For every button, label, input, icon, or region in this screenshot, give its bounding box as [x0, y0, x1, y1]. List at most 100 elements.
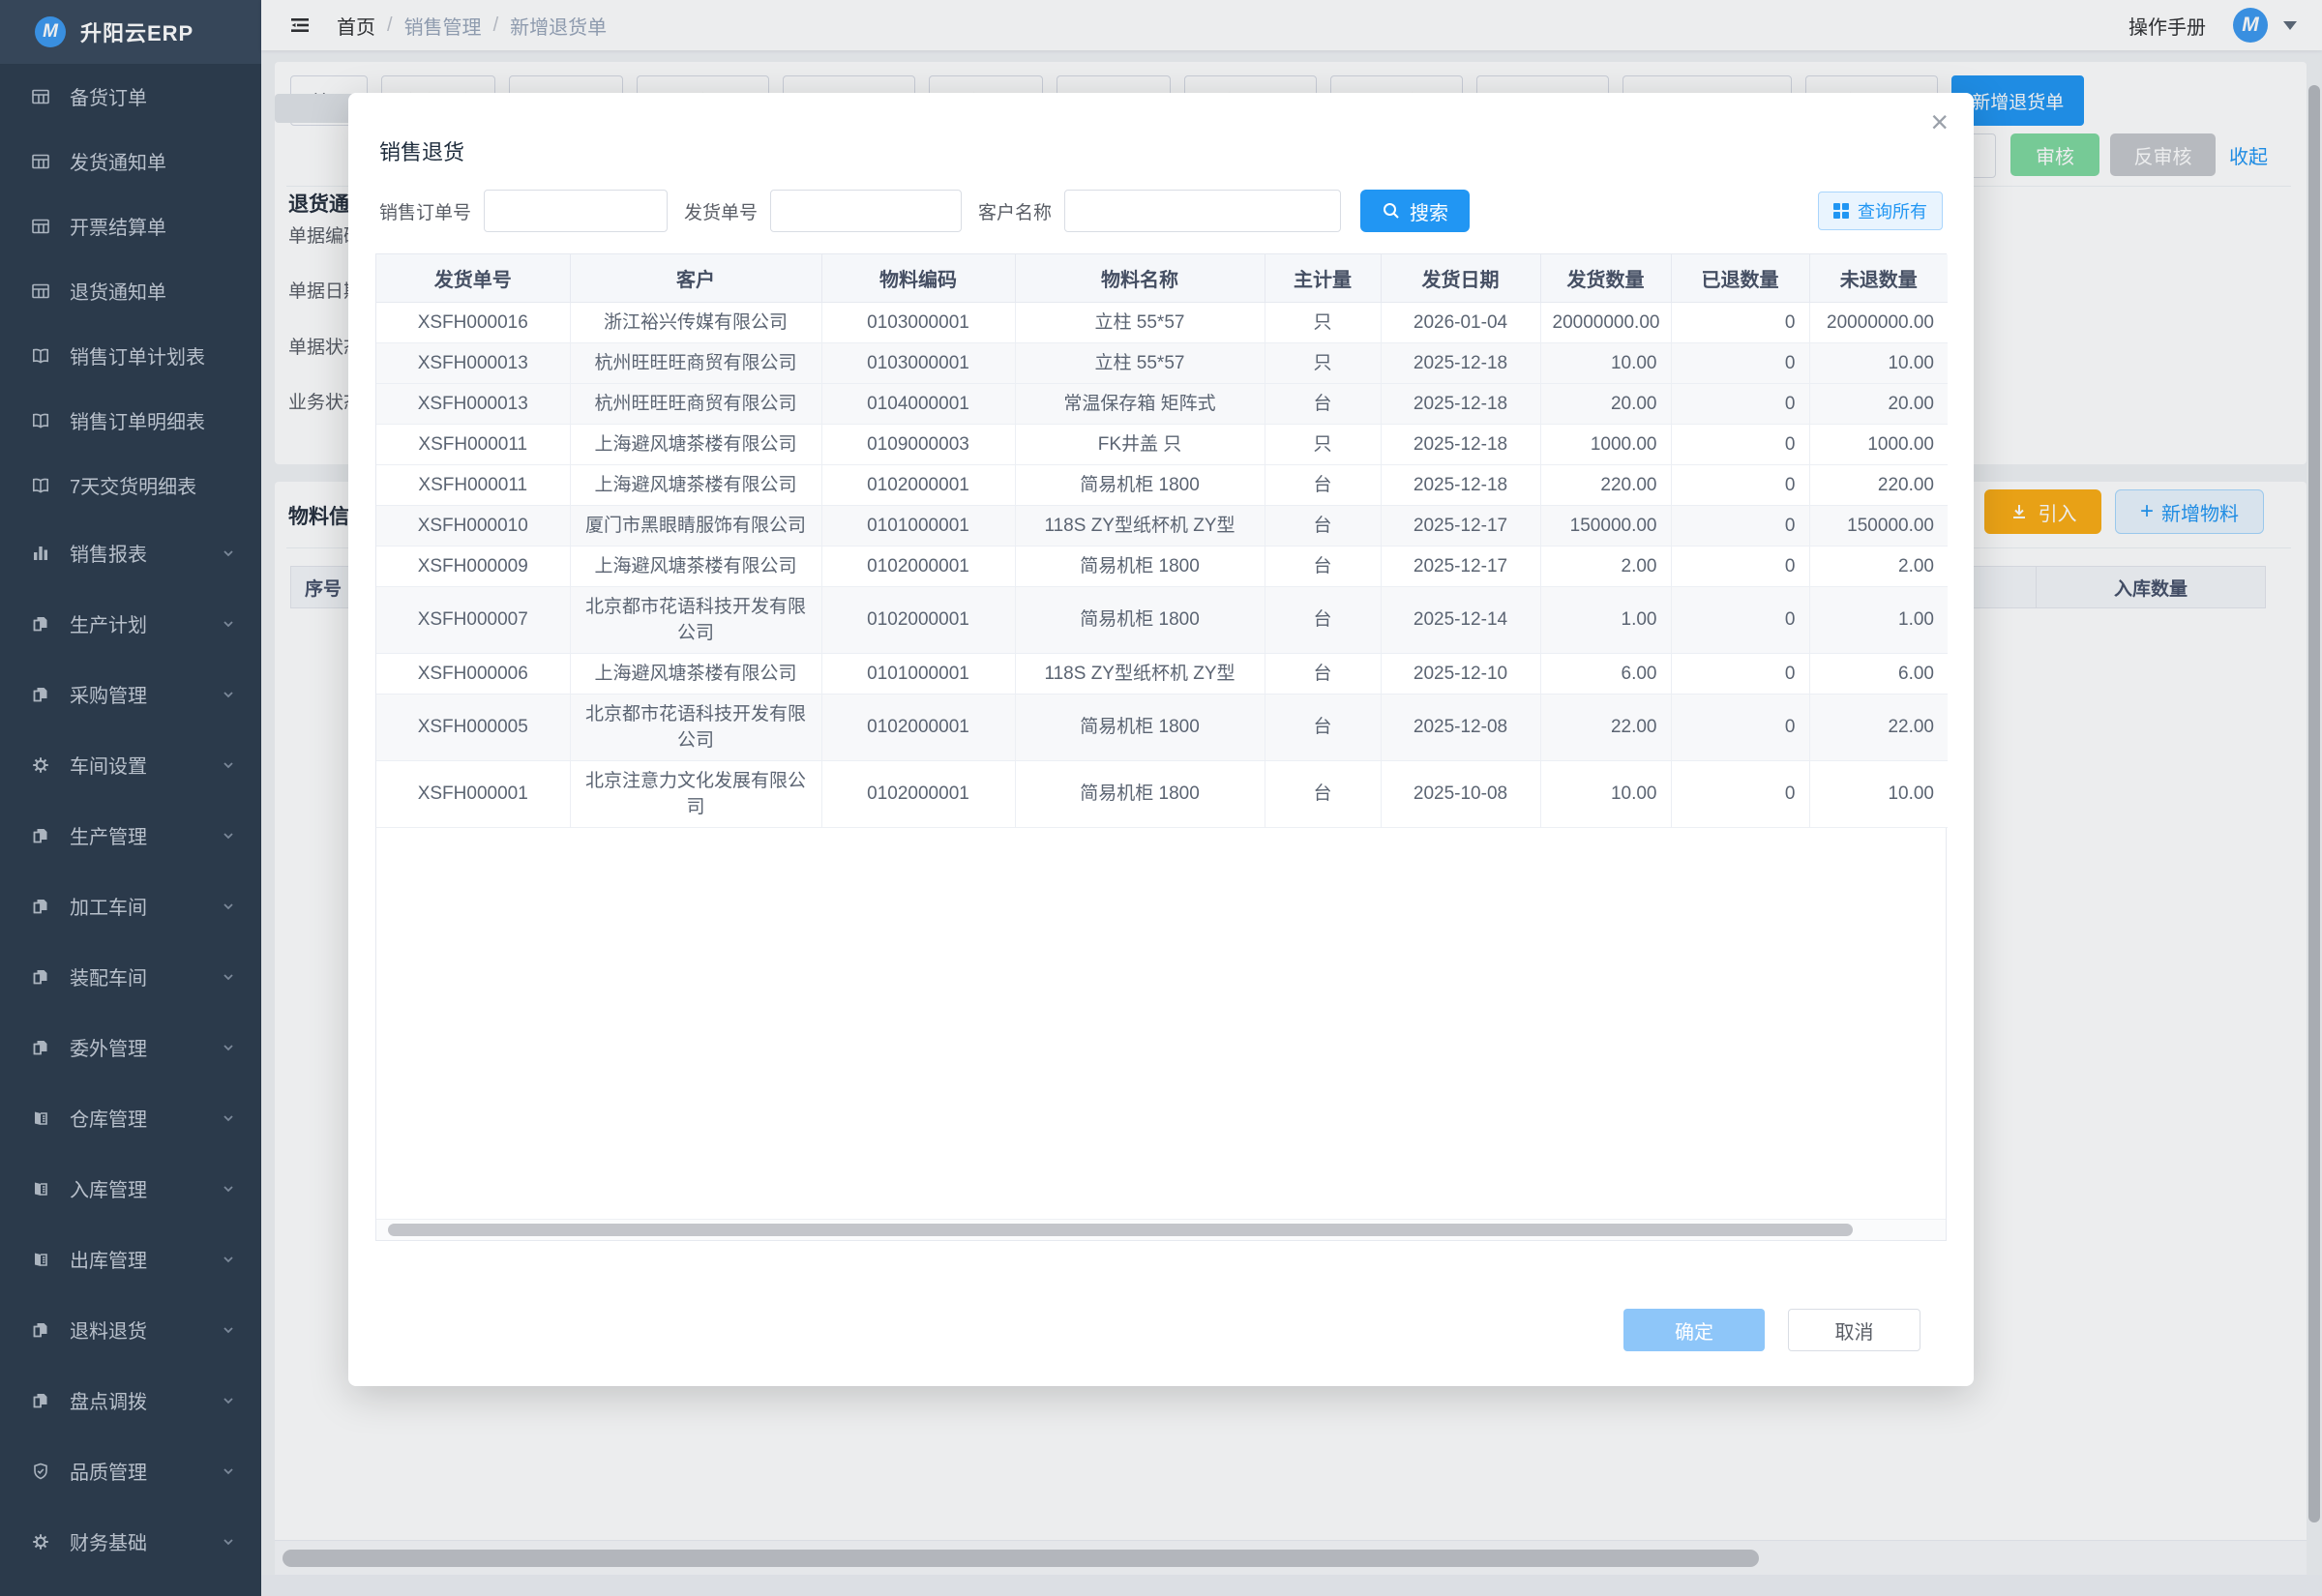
cell-9-7: 0 [1671, 694, 1809, 760]
cancel-button[interactable]: 取消 [1788, 1309, 1920, 1351]
cell-7-7: 0 [1671, 586, 1809, 653]
cell-6-0: XSFH000009 [376, 546, 570, 586]
cell-0-2: 0103000001 [821, 302, 1015, 342]
cell-4-2: 0102000001 [821, 464, 1015, 505]
cell-1-4: 只 [1265, 342, 1381, 383]
cell-2-0: XSFH000013 [376, 383, 570, 424]
cell-1-8: 10.00 [1809, 342, 1948, 383]
cell-10-2: 0102000001 [821, 760, 1015, 827]
cell-6-6: 2.00 [1540, 546, 1671, 586]
table-row[interactable]: XSFH000005北京都市花语科技开发有限公司0102000001简易机柜 1… [376, 694, 1948, 760]
table-horizontal-scrollbar-thumb[interactable] [388, 1224, 1853, 1236]
cell-2-3: 常温保存箱 矩阵式 [1015, 383, 1265, 424]
close-icon[interactable]: × [1930, 106, 1949, 137]
cell-1-3: 立柱 55*57 [1015, 342, 1265, 383]
cell-10-6: 10.00 [1540, 760, 1671, 827]
filter-label-customer-name: 客户名称 [978, 198, 1052, 224]
cell-4-5: 2025-12-18 [1381, 464, 1540, 505]
cell-3-2: 0109000003 [821, 424, 1015, 464]
cell-6-5: 2025-12-17 [1381, 546, 1540, 586]
delivery-no-input[interactable] [770, 190, 962, 232]
cell-1-6: 10.00 [1540, 342, 1671, 383]
table-row[interactable]: XSFH000009上海避风塘茶楼有限公司0102000001简易机柜 1800… [376, 546, 1948, 586]
cell-3-4: 只 [1265, 424, 1381, 464]
sales-return-dialog: × 销售退货 销售订单号发货单号客户名称搜索查询所有 发货单号客户物料编码物料名… [348, 93, 1974, 1386]
table-row[interactable]: XSFH000013杭州旺旺旺商贸有限公司0104000001常温保存箱 矩阵式… [376, 383, 1948, 424]
query-all-button[interactable]: 查询所有 [1818, 192, 1943, 230]
confirm-button[interactable]: 确定 [1623, 1309, 1765, 1351]
table-row[interactable]: XSFH000010厦门市黑眼睛服饰有限公司0101000001118S ZY型… [376, 505, 1948, 546]
cell-0-6: 20000000.00 [1540, 302, 1671, 342]
cell-2-6: 20.00 [1540, 383, 1671, 424]
column-header-8: 未退数量 [1809, 254, 1948, 302]
cell-5-0: XSFH000010 [376, 505, 570, 546]
table-horizontal-scrollbar [376, 1219, 1946, 1240]
filter-label-sales-order-no: 销售订单号 [379, 198, 471, 224]
cell-0-1: 浙江裕兴传媒有限公司 [570, 302, 821, 342]
table-row[interactable]: XSFH000011上海避风塘茶楼有限公司0109000003FK井盖 只只20… [376, 424, 1948, 464]
table-row[interactable]: XSFH000016浙江裕兴传媒有限公司0103000001立柱 55*57只2… [376, 302, 1948, 342]
sales-order-no-input[interactable] [484, 190, 668, 232]
column-header-4: 主计量 [1265, 254, 1381, 302]
cell-2-5: 2025-12-18 [1381, 383, 1540, 424]
cell-7-4: 台 [1265, 586, 1381, 653]
table-row[interactable]: XSFH000013杭州旺旺旺商贸有限公司0103000001立柱 55*57只… [376, 342, 1948, 383]
cell-9-1: 北京都市花语科技开发有限公司 [570, 694, 821, 760]
table-row[interactable]: XSFH000006上海避风塘茶楼有限公司0101000001118S ZY型纸… [376, 653, 1948, 694]
cell-8-8: 6.00 [1809, 653, 1948, 694]
cell-7-5: 2025-12-14 [1381, 586, 1540, 653]
cell-6-7: 0 [1671, 546, 1809, 586]
cell-7-3: 简易机柜 1800 [1015, 586, 1265, 653]
cell-10-7: 0 [1671, 760, 1809, 827]
grid-icon [1833, 203, 1849, 219]
cell-4-6: 220.00 [1540, 464, 1671, 505]
cell-9-0: XSFH000005 [376, 694, 570, 760]
cell-3-0: XSFH000011 [376, 424, 570, 464]
cell-2-2: 0104000001 [821, 383, 1015, 424]
cell-10-8: 10.00 [1809, 760, 1948, 827]
filter-bar: 销售订单号发货单号客户名称搜索查询所有 [379, 190, 1943, 232]
cell-3-7: 0 [1671, 424, 1809, 464]
cell-6-1: 上海避风塘茶楼有限公司 [570, 546, 821, 586]
cell-5-2: 0101000001 [821, 505, 1015, 546]
cell-1-2: 0103000001 [821, 342, 1015, 383]
cell-7-8: 1.00 [1809, 586, 1948, 653]
cell-9-2: 0102000001 [821, 694, 1015, 760]
column-header-6: 发货数量 [1540, 254, 1671, 302]
cell-9-3: 简易机柜 1800 [1015, 694, 1265, 760]
cell-5-6: 150000.00 [1540, 505, 1671, 546]
table-row[interactable]: XSFH000011上海避风塘茶楼有限公司0102000001简易机柜 1800… [376, 464, 1948, 505]
cell-0-5: 2026-01-04 [1381, 302, 1540, 342]
cell-3-3: FK井盖 只 [1015, 424, 1265, 464]
table-row[interactable]: XSFH000007北京都市花语科技开发有限公司0102000001简易机柜 1… [376, 586, 1948, 653]
cell-10-5: 2025-10-08 [1381, 760, 1540, 827]
cell-5-8: 150000.00 [1809, 505, 1948, 546]
cell-2-4: 台 [1265, 383, 1381, 424]
cell-3-8: 1000.00 [1809, 424, 1948, 464]
cell-7-0: XSFH000007 [376, 586, 570, 653]
cell-0-0: XSFH000016 [376, 302, 570, 342]
cell-7-6: 1.00 [1540, 586, 1671, 653]
customer-name-input[interactable] [1064, 190, 1341, 232]
column-header-1: 客户 [570, 254, 821, 302]
cell-4-3: 简易机柜 1800 [1015, 464, 1265, 505]
cell-1-5: 2025-12-18 [1381, 342, 1540, 383]
cell-8-1: 上海避风塘茶楼有限公司 [570, 653, 821, 694]
cell-9-6: 22.00 [1540, 694, 1671, 760]
cell-0-7: 0 [1671, 302, 1809, 342]
cell-7-2: 0102000001 [821, 586, 1015, 653]
cell-2-7: 0 [1671, 383, 1809, 424]
cell-4-4: 台 [1265, 464, 1381, 505]
cell-8-5: 2025-12-10 [1381, 653, 1540, 694]
cell-5-7: 0 [1671, 505, 1809, 546]
cell-10-4: 台 [1265, 760, 1381, 827]
column-header-3: 物料名称 [1015, 254, 1265, 302]
cell-10-3: 简易机柜 1800 [1015, 760, 1265, 827]
cell-2-1: 杭州旺旺旺商贸有限公司 [570, 383, 821, 424]
cell-3-1: 上海避风塘茶楼有限公司 [570, 424, 821, 464]
cell-2-8: 20.00 [1809, 383, 1948, 424]
cell-7-1: 北京都市花语科技开发有限公司 [570, 586, 821, 653]
search-button[interactable]: 搜索 [1360, 190, 1470, 232]
table-row[interactable]: XSFH000001北京注意力文化发展有限公司0102000001简易机柜 18… [376, 760, 1948, 827]
cell-5-4: 台 [1265, 505, 1381, 546]
